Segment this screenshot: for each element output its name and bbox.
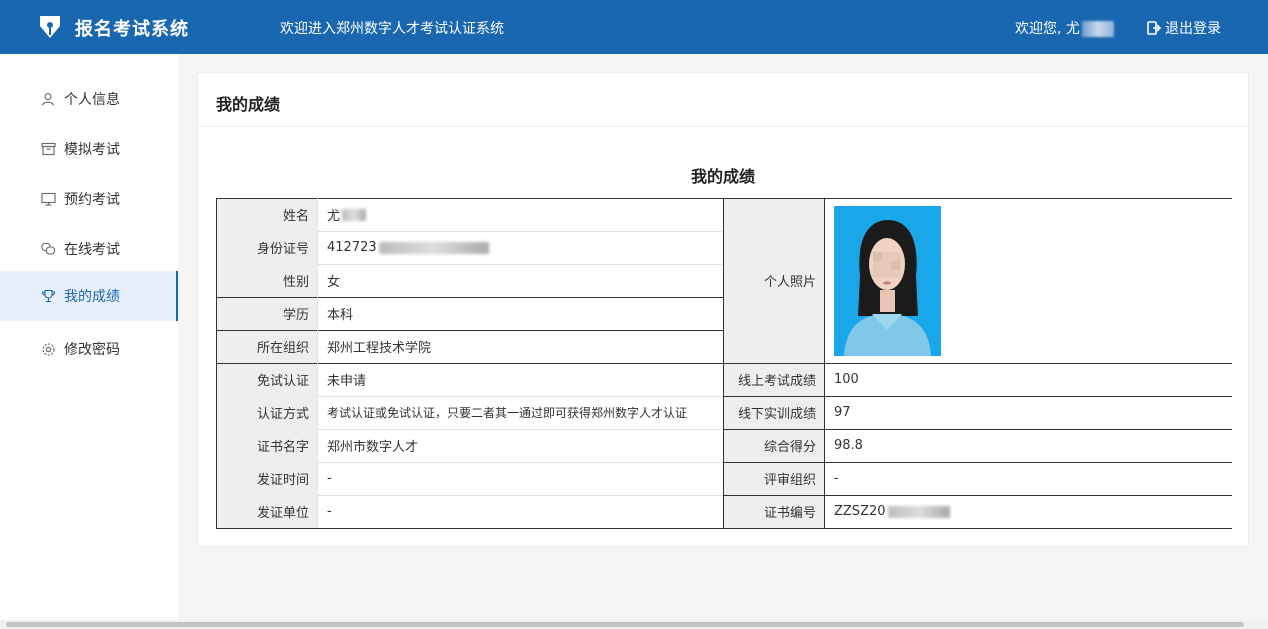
label-offline-score: 线下实训成绩 — [723, 396, 824, 429]
logout-button[interactable]: 退出登录 — [1147, 18, 1221, 38]
column-divider — [824, 198, 825, 529]
value-name-text: 尤 — [327, 209, 341, 224]
trophy-icon — [40, 288, 56, 304]
redacted-value — [887, 505, 950, 518]
table-border — [216, 528, 723, 529]
logout-label: 退出登录 — [1165, 21, 1221, 37]
divider — [198, 126, 1248, 127]
sidebar-item-label: 模拟考试 — [64, 142, 120, 158]
pen-nib-logo-icon — [40, 16, 60, 38]
table-border — [216, 198, 217, 529]
row-divider — [723, 396, 1232, 397]
sidebar-item-change-password[interactable]: 修改密码 — [0, 324, 178, 374]
value-cert-number: ZZSZ20 — [824, 495, 1232, 528]
column-divider — [723, 198, 724, 529]
label-id-number: 身份证号 — [216, 231, 317, 264]
row-divider — [723, 495, 1232, 496]
chat-icon — [40, 241, 56, 257]
label-education: 学历 — [216, 297, 317, 330]
redacted-value — [378, 241, 489, 254]
row-divider — [317, 495, 723, 496]
sidebar-item-label: 我的成绩 — [64, 289, 120, 305]
label-cert-name: 证书名字 — [216, 429, 317, 462]
row-divider — [216, 330, 723, 331]
sidebar-item-book-exam[interactable]: 预约考试 — [0, 174, 178, 224]
scrollbar-thumb[interactable] — [6, 622, 1244, 627]
table-border — [723, 528, 1232, 529]
row-divider — [317, 429, 723, 430]
redacted-value — [342, 208, 367, 221]
row-divider — [723, 429, 1232, 430]
row-divider — [216, 363, 1232, 364]
value-cert-name: 郑州市数字人才 — [327, 440, 419, 455]
column-divider — [317, 198, 318, 528]
score-table: 姓名 尤 身份证号 412723 性别 女 学历 本科 所在组织 郑州工程技术学… — [216, 198, 1232, 529]
value-issue-time: - — [327, 471, 332, 486]
portrait-image — [834, 206, 941, 356]
label-total-score: 综合得分 — [723, 429, 824, 462]
row-divider — [317, 264, 723, 265]
card-title: 我的成绩 — [216, 95, 281, 114]
user-icon — [40, 91, 56, 107]
sidebar-item-label: 在线考试 — [64, 242, 120, 258]
value-exempt-cert: 未申请 — [327, 374, 367, 389]
row-divider — [216, 297, 723, 298]
sidebar-item-online-exam[interactable]: 在线考试 — [0, 224, 178, 274]
value-organization: 郑州工程技术学院 — [327, 341, 432, 356]
value-gender: 女 — [327, 275, 341, 290]
value-name: 尤 — [317, 198, 723, 231]
value-offline-score: 97 — [834, 405, 851, 420]
sidebar-item-label: 个人信息 — [64, 92, 120, 108]
label-review-org: 评审组织 — [723, 462, 824, 495]
sidebar-item-label: 预约考试 — [64, 192, 120, 208]
label-photo: 个人照片 — [723, 198, 824, 363]
row-divider — [317, 396, 723, 397]
value-id-number-text: 412723 — [327, 240, 377, 255]
scores-card: 我的成绩 我的成绩 姓名 尤 身份证号 412723 性别 女 学历 本科 所在… — [197, 72, 1249, 547]
user-greeting-text: 欢迎您, 尤 — [1015, 21, 1080, 37]
label-gender: 性别 — [216, 264, 317, 297]
horizontal-scrollbar[interactable] — [0, 620, 1268, 629]
row-divider — [317, 462, 723, 463]
label-cert-method: 认证方式 — [216, 396, 317, 429]
personal-photo — [834, 206, 941, 356]
table-title: 我的成绩 — [690, 167, 755, 186]
redacted-name — [1081, 21, 1114, 37]
value-online-score: 100 — [834, 372, 859, 387]
sidebar-item-mock-exam[interactable]: 模拟考试 — [0, 124, 178, 174]
value-review-org: - — [834, 471, 839, 486]
logout-icon — [1147, 21, 1161, 35]
sidebar: 个人信息 模拟考试 预约考试 在线考试 我的成绩 修改密码 — [0, 54, 178, 629]
label-online-score: 线上考试成绩 — [723, 363, 824, 396]
value-cert-number-text: ZZSZ20 — [834, 504, 886, 519]
label-cert-number: 证书编号 — [723, 495, 824, 528]
sidebar-item-my-scores[interactable]: 我的成绩 — [0, 271, 178, 321]
sidebar-item-profile[interactable]: 个人信息 — [0, 74, 178, 124]
value-education: 本科 — [327, 308, 354, 323]
value-issuer: - — [327, 504, 332, 519]
sidebar-item-label: 修改密码 — [64, 342, 120, 358]
archive-icon — [40, 141, 56, 157]
top-header: 报名考试系统 欢迎进入郑州数字人才考试认证系统 欢迎您, 尤 退出登录 — [0, 0, 1268, 54]
value-total-score: 98.8 — [834, 438, 863, 453]
label-issuer: 发证单位 — [216, 495, 317, 528]
label-exempt-cert: 免试认证 — [216, 363, 317, 396]
value-cert-method: 考试认证或免试认证，只要二者其一通过即可获得郑州数字人才认证 — [327, 406, 688, 420]
label-organization: 所在组织 — [216, 330, 317, 363]
row-divider — [317, 231, 723, 232]
row-divider — [723, 462, 1232, 463]
label-issue-time: 发证时间 — [216, 462, 317, 495]
app-title: 报名考试系统 — [75, 19, 189, 40]
label-name: 姓名 — [216, 198, 317, 231]
monitor-icon — [40, 191, 56, 207]
user-greeting: 欢迎您, 尤 — [1015, 18, 1114, 38]
gear-icon — [40, 341, 56, 357]
value-id-number: 412723 — [317, 231, 723, 264]
welcome-banner: 欢迎进入郑州数字人才考试认证系统 — [280, 21, 504, 37]
table-border — [216, 198, 1232, 199]
